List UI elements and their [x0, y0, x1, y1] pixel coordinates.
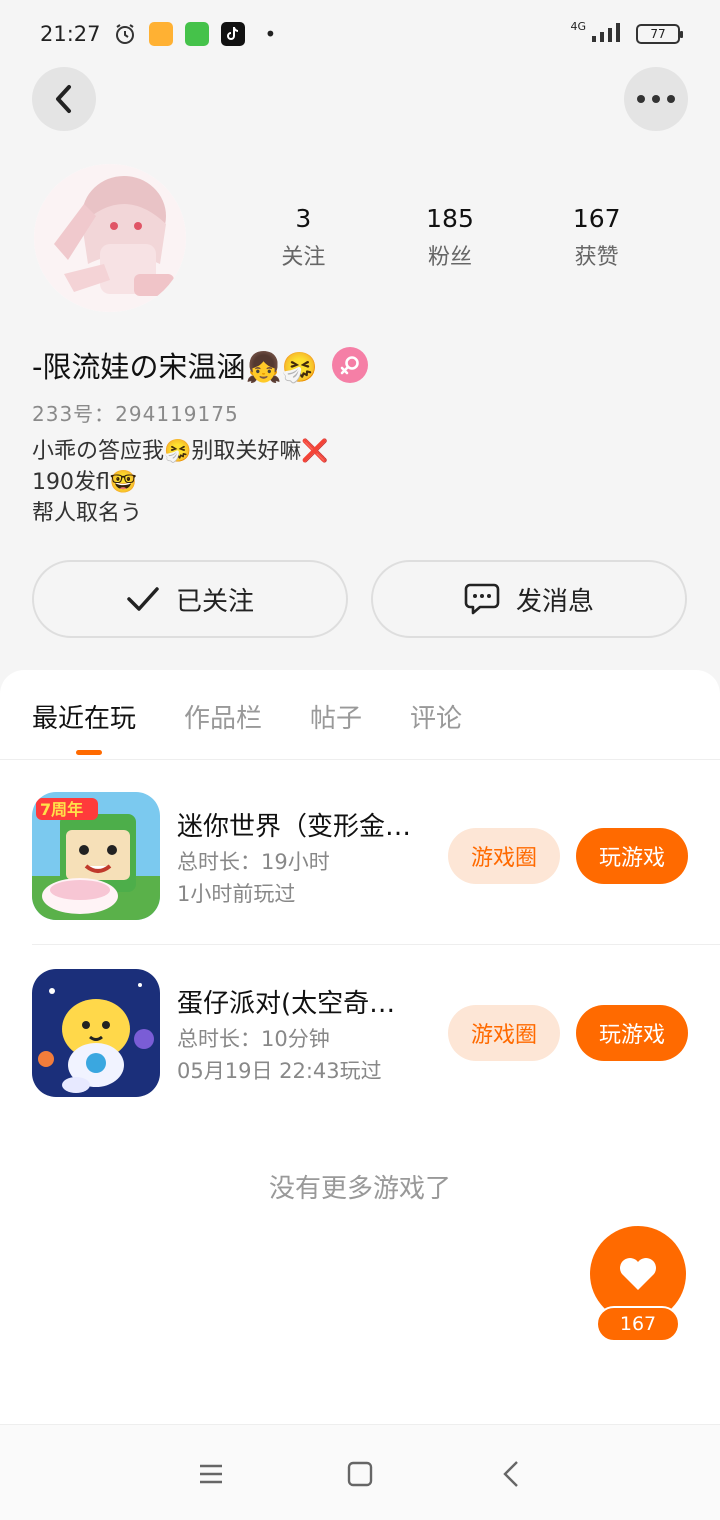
tiktok-icon — [220, 22, 245, 46]
avatar[interactable] — [34, 164, 186, 312]
tab-posts[interactable]: 帖子 — [310, 698, 362, 735]
tab-recently-played[interactable]: 最近在玩 — [32, 698, 136, 755]
bio-line: 帮人取名う — [32, 501, 143, 526]
stat-following[interactable]: 3 关注 — [230, 204, 377, 271]
home-square-icon — [347, 1461, 373, 1487]
tab-comments[interactable]: 评论 — [410, 698, 462, 735]
message-button[interactable]: 发消息 — [371, 560, 687, 638]
stat-label: 粉丝 — [428, 245, 473, 270]
alarm-icon — [113, 22, 137, 46]
home-nav-button[interactable] — [345, 1459, 375, 1489]
menu-icon — [200, 1464, 222, 1484]
divider — [32, 944, 720, 945]
female-icon — [331, 347, 368, 383]
stat-value: 185 — [426, 204, 474, 233]
network-type: 4G — [570, 19, 586, 33]
game-last-played: 1小时前玩过 — [177, 882, 296, 906]
stat-value: 3 — [295, 204, 312, 233]
like-count-badge: 167 — [596, 1306, 680, 1342]
stat-label: 关注 — [281, 245, 326, 270]
user-id: 233号：294119175 — [32, 402, 239, 426]
notification-dot-icon: • — [264, 22, 277, 46]
back-triangle-icon — [503, 1461, 518, 1487]
status-time: 21:27 — [40, 22, 101, 46]
game-list-item[interactable]: 7周年 迷你世界（变形金… 总时长：19小时 1小时前玩过 游戏圈 玩游戏 — [32, 792, 720, 922]
tab-works[interactable]: 作品栏 — [184, 698, 262, 735]
game-play-duration: 总时长：10分钟 — [177, 1027, 330, 1051]
notification-app-icon — [184, 22, 209, 46]
game-circle-button[interactable]: 游戏圈 — [448, 1005, 560, 1061]
heart-icon — [620, 1258, 656, 1290]
signal-icon — [590, 22, 626, 47]
play-game-button[interactable]: 玩游戏 — [576, 828, 688, 884]
game-circle-button[interactable]: 游戏圈 — [448, 828, 560, 884]
user-nickname: -限流娃の宋温涵👧🤧 — [32, 350, 318, 384]
stat-value: 167 — [572, 204, 621, 233]
more-dots-icon — [637, 95, 675, 103]
more-button[interactable] — [624, 67, 688, 131]
play-game-button[interactable]: 玩游戏 — [576, 1005, 688, 1061]
game-title: 蛋仔派对(太空奇… — [177, 989, 396, 1019]
back-button[interactable] — [32, 67, 96, 131]
game-play-duration: 总时长：19小时 — [177, 850, 330, 874]
status-bar: 21:27 • 4G 77 — [0, 0, 720, 68]
follow-button[interactable]: 已关注 — [32, 560, 348, 638]
notification-app-icon — [148, 22, 173, 46]
follow-label: 已关注 — [175, 586, 254, 617]
game-icon-mini-world[interactable]: 7周年 — [32, 792, 160, 920]
bio-line: 小乖の答应我🤧别取关好嘛❌ — [32, 439, 329, 464]
game-title: 迷你世界（变形金… — [177, 812, 412, 842]
profile-stats: 3 关注 185 粉丝 167 获赞 — [230, 204, 670, 271]
user-nickname-row: -限流娃の宋温涵👧🤧 — [32, 344, 368, 386]
battery-icon: 77 — [636, 24, 683, 44]
chat-bubble-icon — [464, 583, 500, 615]
battery-level: 77 — [650, 27, 666, 41]
back-nav-button[interactable] — [496, 1459, 526, 1489]
stat-followers[interactable]: 185 粉丝 — [377, 204, 524, 271]
stat-likes[interactable]: 167 获赞 — [523, 204, 670, 271]
bio-line: 190发fl🤓 — [32, 470, 138, 495]
checkmark-icon — [127, 587, 159, 611]
game-last-played: 05月19日 22:43玩过 — [177, 1059, 382, 1083]
game-icon-eggy-party[interactable] — [32, 969, 160, 1097]
stat-label: 获赞 — [574, 245, 619, 270]
svg-text:7周年: 7周年 — [40, 800, 83, 819]
message-label: 发消息 — [515, 586, 594, 617]
no-more-games-text: 没有更多游戏了 — [268, 1174, 451, 1204]
menu-nav-button[interactable] — [196, 1459, 226, 1489]
system-nav-bar — [0, 1424, 720, 1520]
chevron-left-icon — [56, 85, 71, 113]
game-list-item[interactable]: 蛋仔派对(太空奇… 总时长：10分钟 05月19日 22:43玩过 游戏圈 玩游… — [32, 969, 720, 1099]
profile-tabs: 最近在玩 作品栏 帖子 评论 — [32, 698, 462, 755]
divider — [0, 759, 720, 760]
user-bio: 小乖の答应我🤧别取关好嘛❌ 190发fl🤓 帮人取名う — [32, 436, 329, 529]
